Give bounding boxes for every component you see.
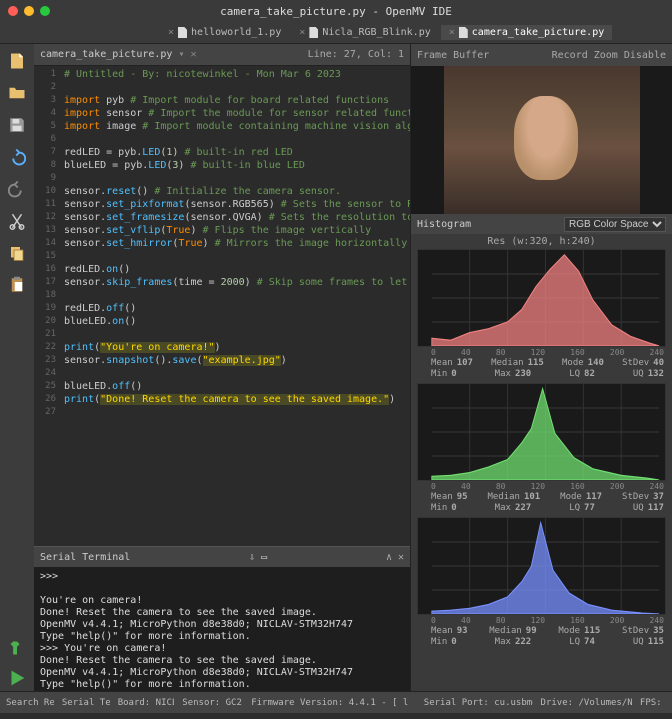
line-gutter: 1234567891011121314151617181920212223242… [34, 66, 60, 546]
terminal-panel: Serial Terminal ⇩ ▭ ∧ ✕ >>> You're on ca… [34, 546, 410, 691]
document-tab[interactable]: × Nicla_RGB_Blink.py [291, 25, 438, 40]
code-editor[interactable]: 1234567891011121314151617181920212223242… [34, 66, 410, 546]
code-area[interactable]: # Untitled - By: nicotewinkel - Mon Mar … [60, 66, 410, 546]
histogram-area: R04080120160200240Mean 107Median 115Mode… [411, 249, 672, 691]
drive-cell[interactable]: Drive: /Volumes/NICLA [541, 698, 632, 708]
status-bar: Search Res… Serial Ter… Board: NICLAV Se… [0, 691, 672, 713]
minimize-window-button[interactable] [24, 6, 34, 16]
terminal-output[interactable]: >>> You're on camera!Done! Reset the cam… [34, 567, 410, 691]
tab-label: camera_take_picture.py [472, 27, 604, 38]
document-tabs: × helloworld_1.py × Nicla_RGB_Blink.py × came… [0, 22, 672, 44]
open-folder-icon[interactable] [6, 82, 28, 104]
close-window-button[interactable] [8, 6, 18, 16]
new-file-icon[interactable] [6, 50, 28, 72]
document-tab[interactable]: × helloworld_1.py [160, 25, 289, 40]
tab-label: helloworld_1.py [191, 27, 281, 38]
frame-buffer-image[interactable] [411, 66, 672, 214]
undo-icon[interactable] [6, 146, 28, 168]
close-tab-icon[interactable]: × [299, 27, 305, 38]
window-controls [8, 6, 50, 16]
fps-cell: FPS: 0 [640, 698, 666, 708]
run-script-icon[interactable] [6, 667, 28, 689]
redo-icon[interactable] [6, 178, 28, 200]
firmware-cell[interactable]: Firmware Version: 4.4.1 - [ latest ] [251, 698, 408, 708]
file-icon [178, 27, 187, 38]
channel-label: R [411, 295, 414, 300]
histogram-chart[interactable]: R [417, 249, 666, 347]
colorspace-select[interactable]: RGB Color Space [564, 217, 666, 232]
file-dropdown[interactable]: camera_take_picture.py [40, 49, 172, 60]
cursor-position: Line: 27, Col: 1 [308, 49, 404, 60]
save-icon[interactable] [6, 114, 28, 136]
close-file-icon[interactable]: ✕ [190, 49, 196, 60]
cut-icon[interactable] [6, 210, 28, 232]
histogram-b: B04080120160200240Mean 93Median 99Mode 1… [417, 517, 666, 647]
close-tab-icon[interactable]: × [449, 27, 455, 38]
board-cell[interactable]: Board: NICLAV [118, 698, 175, 708]
dropdown-chevron-icon[interactable]: ▾ [178, 49, 184, 60]
copy-icon[interactable] [6, 242, 28, 264]
tool-sidebar [0, 44, 34, 691]
collapse-up-icon[interactable]: ∧ [386, 552, 392, 563]
window-title: camera_take_picture.py - OpenMV IDE [0, 5, 672, 18]
title-bar: camera_take_picture.py - OpenMV IDE [0, 0, 672, 22]
file-icon [309, 27, 318, 38]
terminal-save-icon[interactable]: ⇩ [249, 552, 255, 563]
paste-icon[interactable] [6, 274, 28, 296]
zoom-window-button[interactable] [40, 6, 50, 16]
serial-terminal-cell[interactable]: Serial Ter… [62, 698, 110, 708]
histogram-g: G04080120160200240Mean 95Median 101Mode … [417, 383, 666, 513]
tab-label: Nicla_RGB_Blink.py [322, 27, 430, 38]
histogram-title: Histogram [417, 219, 471, 230]
connect-icon[interactable] [6, 637, 28, 659]
terminal-title: Serial Terminal [40, 552, 130, 563]
terminal-clear-icon[interactable]: ▭ [261, 552, 267, 563]
record-button[interactable]: Record [552, 50, 588, 61]
histogram-r: R04080120160200240Mean 107Median 115Mode… [417, 249, 666, 379]
document-tab[interactable]: × camera_take_picture.py [441, 25, 612, 40]
close-terminal-icon[interactable]: ✕ [398, 552, 404, 563]
close-tab-icon[interactable]: × [168, 27, 174, 38]
channel-label: B [411, 563, 414, 568]
right-panel: Frame Buffer Record Zoom Disable Histogr… [410, 44, 672, 691]
histogram-chart[interactable]: G [417, 383, 666, 481]
file-tab-bar: camera_take_picture.py ▾ ✕ Line: 27, Col… [34, 44, 410, 66]
channel-label: G [411, 429, 414, 434]
serial-port-cell[interactable]: Serial Port: cu.usbmodem… [424, 698, 533, 708]
frame-buffer-title: Frame Buffer [417, 50, 489, 61]
sensor-cell[interactable]: Sensor: GC2145 [182, 698, 243, 708]
resolution-label: Res (w:320, h:240) [411, 234, 672, 249]
zoom-button[interactable]: Zoom [594, 50, 618, 61]
search-results-cell[interactable]: Search Res… [6, 698, 54, 708]
file-icon [459, 27, 468, 38]
disable-button[interactable]: Disable [624, 50, 666, 61]
histogram-chart[interactable]: B [417, 517, 666, 615]
